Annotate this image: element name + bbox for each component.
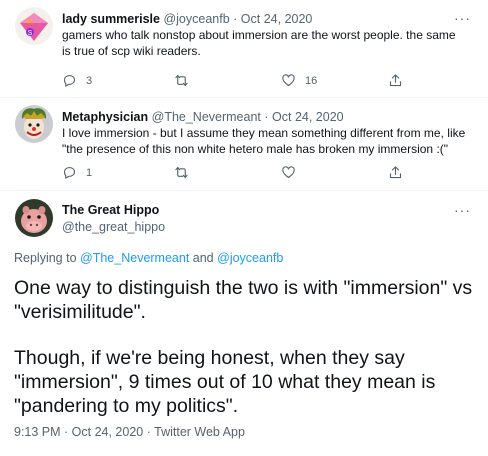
more-options-button[interactable]: ···	[454, 11, 471, 25]
share-icon	[389, 166, 402, 179]
author-name[interactable]: Metaphysician	[62, 110, 148, 124]
avatar[interactable]	[15, 199, 53, 237]
reply-button[interactable]: 3	[62, 73, 92, 88]
heart-icon	[282, 166, 295, 179]
tweet-date[interactable]: Oct 24, 2020	[272, 110, 344, 124]
author-name[interactable]: The Great Hippo	[62, 203, 159, 217]
avatar[interactable]: S	[15, 7, 53, 45]
tweet-text-line: "immersion", 9 times out of 10 what they…	[14, 371, 436, 393]
tweet-text-line: "the presence of this non white hetero m…	[62, 142, 449, 156]
reply-count: 1	[86, 166, 93, 179]
tweet-text-line: "pandering to my politics".	[14, 395, 239, 417]
replying-prefix: Replying to	[14, 251, 77, 265]
retweet-icon	[175, 74, 188, 87]
reply-count: 3	[86, 74, 93, 87]
pink-diamond-avatar-icon: S	[15, 7, 53, 45]
like-button[interactable]	[281, 165, 305, 180]
heart-icon	[282, 74, 295, 87]
tweet-text-line: is true of scp wiki readers.	[62, 44, 201, 58]
separator: ·	[264, 110, 269, 124]
replying-to: Replying to @The_Nevermeant and @joycean…	[14, 251, 283, 265]
reply-icon	[63, 166, 76, 179]
author-name[interactable]: lady summerisle	[62, 12, 160, 26]
divider	[0, 190, 488, 191]
retweet-button[interactable]	[174, 73, 198, 88]
retweet-icon	[175, 166, 188, 179]
tweet-date[interactable]: Oct 24, 2020	[241, 12, 313, 26]
avatar[interactable]	[15, 105, 53, 143]
tweet-text-line: gamers who talk nonstop about immersion …	[62, 28, 456, 42]
share-icon	[389, 74, 402, 87]
tweet-text-line: "verisimilitude".	[14, 301, 146, 323]
reply-icon	[63, 74, 76, 87]
mention-link[interactable]: @joyceanfb	[217, 251, 283, 265]
like-button[interactable]: 16	[281, 73, 317, 88]
more-options-button[interactable]: ···	[454, 203, 471, 217]
retweet-button[interactable]	[174, 165, 198, 180]
replying-and: and	[192, 251, 214, 265]
separator: ·	[233, 12, 238, 26]
tweet-text-line: Though, if we're being honest, when they…	[14, 347, 405, 369]
divider	[0, 97, 488, 98]
tweet-timestamp[interactable]: 9:13 PM · Oct 24, 2020 · Twitter Web App	[14, 425, 245, 439]
svg-text:S: S	[28, 30, 33, 37]
mention-link[interactable]: @The_Nevermeant	[80, 251, 189, 265]
like-count: 16	[305, 74, 318, 87]
tweet-text-line: I love immersion - but I assume they mea…	[62, 126, 466, 140]
reply-button[interactable]: 1	[62, 165, 92, 180]
share-button[interactable]	[388, 165, 403, 180]
tweet-text-line: One way to distinguish the two is with "…	[14, 277, 473, 299]
share-button[interactable]	[388, 73, 403, 88]
author-handle[interactable]: @joyceanfb	[163, 12, 229, 26]
hippo-avatar-icon	[15, 199, 53, 237]
author-handle[interactable]: @The_Nevermeant	[152, 110, 261, 124]
author-handle[interactable]: @the_great_hippo	[62, 220, 165, 234]
clown-face-avatar-icon	[15, 105, 53, 143]
